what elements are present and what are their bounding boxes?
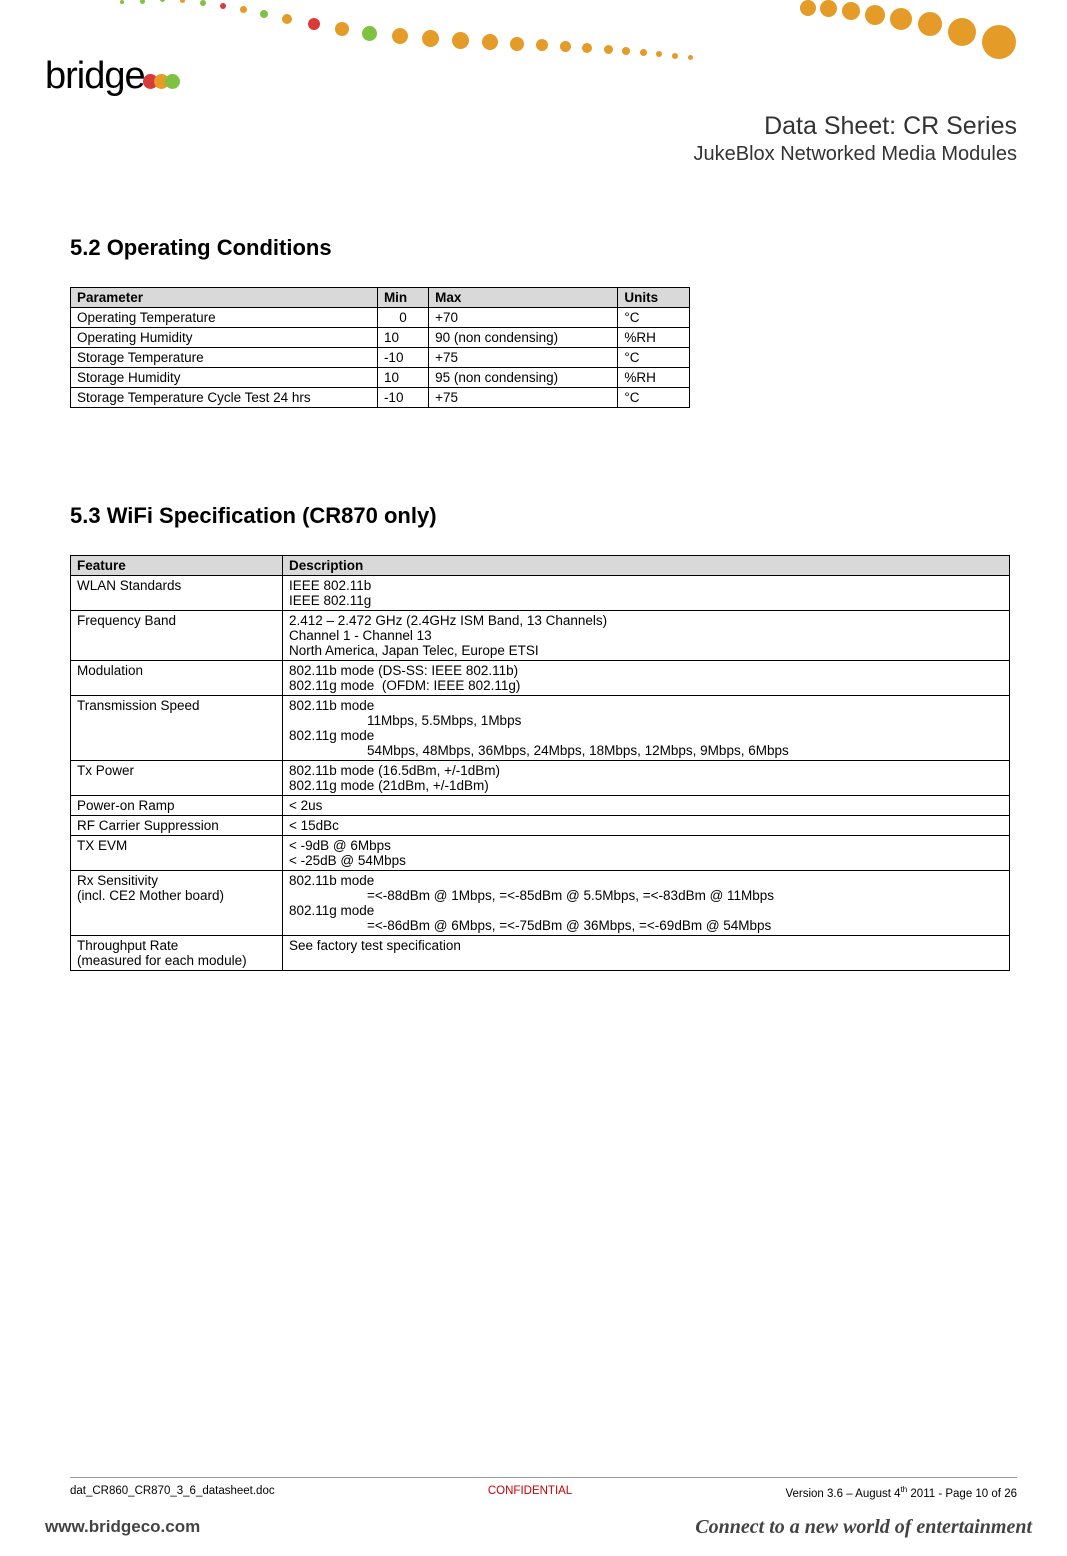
table-row: Operating Humidity 1090 (non condensing)…: [71, 328, 690, 348]
cell: °C: [618, 308, 690, 328]
table-row: RF Carrier Suppression< 15dBc: [71, 816, 1010, 836]
footer-doc: dat_CR860_CR870_3_6_datasheet.doc: [70, 1485, 275, 1500]
col-header: Min: [377, 288, 428, 308]
cell-feature: RF Carrier Suppression: [71, 816, 283, 836]
cell: -10: [377, 388, 428, 408]
table-row: Rx Sensitivity (incl. CE2 Mother board)8…: [71, 871, 1010, 936]
cell-description: 802.11b mode (DS-SS: IEEE 802.11b) 802.1…: [283, 661, 1010, 696]
cell: 90 (non condensing): [429, 328, 618, 348]
table-wifi-spec: Feature Description WLAN StandardsIEEE 8…: [70, 555, 1010, 971]
cell: %RH: [618, 328, 690, 348]
col-header: Description: [283, 556, 1010, 576]
table-row: Storage Temperature-10+75°C: [71, 348, 690, 368]
cell-feature: Modulation: [71, 661, 283, 696]
table-operating-conditions: Parameter Min Max Units Operating Temper…: [70, 287, 690, 408]
cell: +75: [429, 348, 618, 368]
table-row: WLAN StandardsIEEE 802.11b IEEE 802.11g: [71, 576, 1010, 611]
footer-confidential: CONFIDENTIAL: [488, 1485, 572, 1500]
footer-tagline: Connect to a new world of entertainment: [695, 1516, 1032, 1539]
cell-feature: Frequency Band: [71, 611, 283, 661]
col-header: Units: [618, 288, 690, 308]
footer: dat_CR860_CR870_3_6_datasheet.doc CONFID…: [70, 1485, 1017, 1500]
cell-description: 802.11b mode11Mbps, 5.5Mbps, 1Mbps802.11…: [283, 696, 1010, 761]
cell-feature: Throughput Rate (measured for each modul…: [71, 936, 283, 971]
footer-url: www.bridgeco.com: [45, 1517, 200, 1537]
section-heading-5-2: 5.2 Operating Conditions: [70, 235, 1017, 261]
page: bridge Data Sheet: CR Series JukeBlox Ne…: [0, 0, 1067, 1556]
table-header-row: Parameter Min Max Units: [71, 288, 690, 308]
cell: +75: [429, 388, 618, 408]
cell-feature: WLAN Standards: [71, 576, 283, 611]
col-header: Feature: [71, 556, 283, 576]
cell: %RH: [618, 368, 690, 388]
cell-feature: Power-on Ramp: [71, 796, 283, 816]
cell: °C: [618, 388, 690, 408]
cell-description: < 2us: [283, 796, 1010, 816]
title-sub: JukeBlox Networked Media Modules: [694, 143, 1018, 166]
table-row: Tx Power802.11b mode (16.5dBm, +/-1dBm) …: [71, 761, 1010, 796]
section-heading-5-3: 5.3 WiFi Specification (CR870 only): [70, 503, 1017, 529]
table-row: Frequency Band2.412 – 2.472 GHz (2.4GHz …: [71, 611, 1010, 661]
table-row: Power-on Ramp< 2us: [71, 796, 1010, 816]
cell: +70: [429, 308, 618, 328]
title-block: Data Sheet: CR Series JukeBlox Networked…: [694, 112, 1018, 166]
title-main: Data Sheet: CR Series: [694, 112, 1018, 141]
table-row: Operating Temperature 0+70°C: [71, 308, 690, 328]
logo: bridge: [45, 55, 178, 99]
footer-divider: [70, 1477, 1017, 1478]
table-row: Storage Humidity 1095 (non condensing)%R…: [71, 368, 690, 388]
cell: °C: [618, 348, 690, 368]
table-header-row: Feature Description: [71, 556, 1010, 576]
cell: -10: [377, 348, 428, 368]
table-row: Storage Temperature Cycle Test 24 hrs-10…: [71, 388, 690, 408]
cell: Operating Humidity: [71, 328, 378, 348]
cell: 0: [377, 308, 428, 328]
table-row: Throughput Rate (measured for each modul…: [71, 936, 1010, 971]
cell-description: See factory test specification: [283, 936, 1010, 971]
table-row: TX EVM< -9dB @ 6Mbps < -25dB @ 54Mbps: [71, 836, 1010, 871]
cell-description: 802.11b mode=<-88dBm @ 1Mbps, =<-85dBm @…: [283, 871, 1010, 936]
table-row: Modulation802.11b mode (DS-SS: IEEE 802.…: [71, 661, 1010, 696]
cell: Storage Humidity: [71, 368, 378, 388]
col-header: Max: [429, 288, 618, 308]
cell: 95 (non condensing): [429, 368, 618, 388]
cell-description: 2.412 – 2.472 GHz (2.4GHz ISM Band, 13 C…: [283, 611, 1010, 661]
cell-description: < -9dB @ 6Mbps < -25dB @ 54Mbps: [283, 836, 1010, 871]
table-row: Transmission Speed802.11b mode11Mbps, 5.…: [71, 696, 1010, 761]
cell: 10: [377, 368, 428, 388]
footer-version: Version 3.6 – August 4th 2011 - Page 10 …: [785, 1485, 1017, 1500]
cell-feature: TX EVM: [71, 836, 283, 871]
cell: 10: [377, 328, 428, 348]
cell-description: < 15dBc: [283, 816, 1010, 836]
cell: Operating Temperature: [71, 308, 378, 328]
cell-feature: Tx Power: [71, 761, 283, 796]
cell: Storage Temperature: [71, 348, 378, 368]
cell-description: 802.11b mode (16.5dBm, +/-1dBm) 802.11g …: [283, 761, 1010, 796]
cell-feature: Rx Sensitivity (incl. CE2 Mother board): [71, 871, 283, 936]
cell: Storage Temperature Cycle Test 24 hrs: [71, 388, 378, 408]
cell-feature: Transmission Speed: [71, 696, 283, 761]
footer-brand: www.bridgeco.com Connect to a new world …: [45, 1512, 1032, 1542]
cell-description: IEEE 802.11b IEEE 802.11g: [283, 576, 1010, 611]
col-header: Parameter: [71, 288, 378, 308]
